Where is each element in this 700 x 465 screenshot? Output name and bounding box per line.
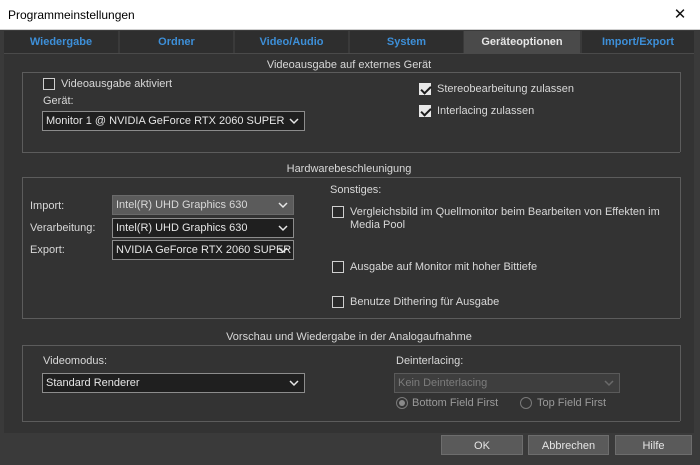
divider — [680, 177, 681, 318]
device-select[interactable]: Monitor 1 @ NVIDIA GeForce RTX 2060 SUPE… — [42, 111, 305, 131]
chevron-down-icon — [277, 198, 289, 212]
window-title: Programmeinstellungen — [8, 8, 135, 22]
close-icon[interactable]: ✕ — [660, 0, 700, 30]
divider — [22, 152, 680, 153]
tab-bar: Wiedergabe Ordner Video/Audio System Ger… — [4, 31, 694, 53]
tab-geraeteoptionen[interactable]: Geräteoptionen — [464, 31, 580, 53]
divider — [22, 177, 680, 178]
stereo-checkbox[interactable] — [419, 83, 431, 95]
chevron-down-icon — [603, 376, 615, 390]
chevron-down-icon — [288, 376, 300, 390]
device-label: Gerät: — [43, 95, 74, 107]
videomode-select[interactable]: Standard Renderer — [42, 373, 305, 393]
compare-image-label: Vergleichsbild im Quellmonitor beim Bear… — [350, 206, 660, 231]
divider — [22, 177, 23, 318]
interlacing-label: Interlacing zulassen — [437, 105, 535, 117]
export-gpu-value: NVIDIA GeForce RTX 2060 SUPER — [116, 244, 292, 256]
chevron-down-icon — [288, 114, 300, 128]
tab-ordner[interactable]: Ordner — [120, 31, 233, 53]
tab-system[interactable]: System — [350, 31, 463, 53]
videomode-value: Standard Renderer — [46, 377, 140, 389]
compare-image-checkbox[interactable] — [332, 206, 344, 218]
device-select-value: Monitor 1 @ NVIDIA GeForce RTX 2060 SUPE… — [46, 115, 285, 127]
misc-label: Sonstiges: — [330, 184, 382, 196]
section-title-hardware: Hardwarebeschleunigung — [286, 163, 412, 175]
bottom-field-first-label: Bottom Field First — [412, 397, 499, 409]
divider — [22, 318, 680, 319]
cancel-button[interactable]: Abbrechen — [528, 435, 609, 455]
section-title-video-output: Videoausgabe auf externes Gerät — [266, 59, 432, 71]
tab-video-audio[interactable]: Video/Audio — [235, 31, 348, 53]
import-gpu-value: Intel(R) UHD Graphics 630 — [116, 199, 248, 211]
import-gpu-select[interactable]: Intel(R) UHD Graphics 630 — [112, 195, 294, 215]
divider — [22, 345, 23, 421]
high-bitdepth-label: Ausgabe auf Monitor mit hoher Bittiefe — [350, 261, 538, 273]
title-bar: Programmeinstellungen ✕ — [0, 0, 700, 30]
divider — [22, 72, 680, 73]
top-field-first-radio[interactable] — [520, 397, 532, 409]
divider — [22, 345, 680, 346]
tab-import-export[interactable]: Import/Export — [582, 31, 694, 53]
deinterlacing-select[interactable]: Kein Deinterlacing — [394, 373, 620, 393]
divider — [680, 345, 681, 421]
interlacing-checkbox[interactable] — [419, 105, 431, 117]
video-output-enable-checkbox[interactable] — [43, 78, 55, 90]
dithering-checkbox[interactable] — [332, 296, 344, 308]
top-field-first-label: Top Field First — [537, 397, 607, 409]
dithering-label: Benutze Dithering für Ausgabe — [350, 296, 500, 308]
chevron-down-icon — [277, 243, 289, 257]
processing-gpu-select[interactable]: Intel(R) UHD Graphics 630 — [112, 218, 294, 238]
high-bitdepth-checkbox[interactable] — [332, 261, 344, 273]
videomode-label: Videomodus: — [43, 355, 108, 367]
chevron-down-icon — [277, 221, 289, 235]
export-gpu-select[interactable]: NVIDIA GeForce RTX 2060 SUPER — [112, 240, 294, 260]
divider — [22, 72, 23, 152]
divider — [680, 72, 681, 152]
ok-button[interactable]: OK — [441, 435, 523, 455]
bottom-field-first-radio[interactable] — [396, 397, 408, 409]
divider — [22, 421, 680, 422]
help-button[interactable]: Hilfe — [615, 435, 692, 455]
import-label: Import: — [30, 200, 65, 212]
export-label: Export: — [30, 244, 65, 256]
video-output-enable-label: Videoausgabe aktiviert — [61, 78, 173, 90]
section-title-analog: Vorschau und Wiedergabe in der Analogauf… — [226, 331, 472, 343]
processing-label: Verarbeitung: — [30, 222, 96, 234]
processing-gpu-value: Intel(R) UHD Graphics 630 — [116, 222, 248, 234]
deinterlacing-label: Deinterlacing: — [396, 355, 464, 367]
tab-wiedergabe[interactable]: Wiedergabe — [4, 31, 118, 53]
deinterlacing-value: Kein Deinterlacing — [398, 377, 488, 389]
stereo-label: Stereobearbeitung zulassen — [437, 83, 574, 95]
